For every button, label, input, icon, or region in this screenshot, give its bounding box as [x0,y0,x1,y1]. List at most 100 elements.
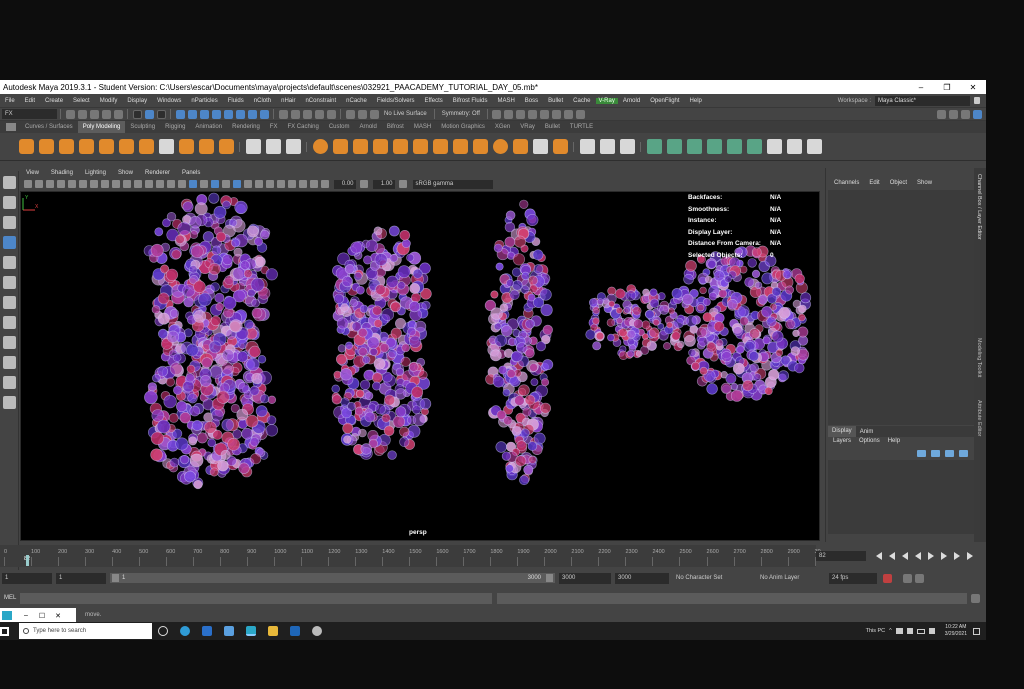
shelf-tab-turtle[interactable]: TURTLE [565,121,598,133]
mesh-object[interactable] [585,284,680,360]
animation-start-field[interactable]: 1 [2,572,52,584]
color-management-icon[interactable] [399,180,407,188]
snap-curve-icon[interactable] [290,109,300,119]
render-frame-icon[interactable] [504,109,514,119]
menu-options[interactable]: Options [855,438,884,444]
file-explorer-icon[interactable] [268,626,278,636]
shelf-tab-arnold[interactable]: Arnold [355,121,382,133]
viewport-menu-lighting[interactable]: Lighting [79,170,112,176]
boolean-icon[interactable] [312,139,328,154]
channel-menu-show[interactable]: Show [912,180,937,186]
menu-fields-solvers[interactable]: Fields/Solvers [372,98,420,104]
menu-effects[interactable]: Effects [420,98,448,104]
anim-layer-dropdown[interactable]: No Anim Layer [757,572,825,584]
menu-modify[interactable]: Modify [95,98,123,104]
menu-create[interactable]: Create [40,98,68,104]
render-setup-icon[interactable] [552,109,562,119]
wireframe-icon[interactable] [156,180,164,188]
mini-maximize-button[interactable]: ☐ [34,612,50,620]
mash-distribute-icon[interactable] [666,139,682,154]
resolution-gate-icon[interactable] [112,180,120,188]
task-view-icon[interactable] [158,626,168,636]
pause-ipr-icon[interactable] [576,109,586,119]
mirror-icon[interactable] [352,139,368,154]
mesh-object[interactable] [484,199,554,486]
lock-icon[interactable] [974,97,980,104]
settings-icon[interactable] [973,109,982,119]
menu-fluids[interactable]: Fluids [223,98,249,104]
redo-icon[interactable] [113,109,123,119]
cylinder-icon[interactable] [58,139,74,154]
menu-display[interactable]: Display [122,98,152,104]
shelf-tab-poly-modeling[interactable]: Poly Modeling [77,121,126,133]
color-space-dropdown[interactable]: sRGB gamma [412,179,493,189]
render-settings-icon[interactable] [528,109,538,119]
script-editor-icon[interactable] [971,593,980,603]
taskbar-clock[interactable]: 10:22 AM 3/29/2021 [945,624,967,638]
menu-nconstraint[interactable]: nConstraint [300,98,341,104]
time-slider[interactable]: 0 100 200 300 400 500 600 700 800 900 1000 1100 1200… [0,545,821,567]
character-set-dropdown[interactable]: No Character Set [673,572,753,584]
grease-pencil-icon[interactable] [79,180,87,188]
default-material-icon[interactable] [178,180,186,188]
film-gate-icon[interactable] [101,180,109,188]
undo-icon[interactable] [101,109,111,119]
shelf-tab-sculpting[interactable]: Sculpting [125,121,160,133]
mash-world-icon[interactable] [766,139,782,154]
history-icon[interactable] [345,109,355,119]
merge-center-icon[interactable] [392,139,408,154]
shelf-tab-fx[interactable]: FX [265,121,283,133]
bevel-icon[interactable] [472,139,488,154]
help-icon[interactable] [949,109,958,119]
shelf-tab-bifrost[interactable]: Bifrost [382,121,409,133]
camera-attributes-icon[interactable] [35,180,43,188]
ipr-render-icon[interactable] [516,109,526,119]
select-misc-icon[interactable] [259,109,269,119]
shelf-tab-curves-surfaces[interactable]: Curves / Surfaces [20,121,78,133]
make-live-icon[interactable] [326,109,336,119]
mesh-object[interactable] [143,192,279,490]
play-backwards-icon[interactable] [914,552,921,560]
settings-gear-icon[interactable] [312,626,322,636]
outlook-icon[interactable] [290,626,300,636]
disc-icon[interactable] [138,139,154,154]
field-chart-icon[interactable] [134,180,142,188]
select-curves-icon[interactable] [199,109,209,119]
menu-nparticles[interactable]: nParticles [186,98,222,104]
shelf-tab-animation[interactable]: Animation [190,121,227,133]
save-scene-icon[interactable] [89,109,99,119]
current-frame-field[interactable]: 82 [816,551,866,561]
shelf-tab-vray[interactable]: VRay [515,121,540,133]
select-tool-icon[interactable] [3,176,16,189]
grid-toggle-icon[interactable] [90,180,98,188]
live-surface-label[interactable]: No Live Surface [384,111,427,117]
tab-anim-layers[interactable]: Anim [856,429,878,435]
smooth-shade-icon[interactable] [167,180,175,188]
last-tool-icon[interactable] [3,296,16,309]
menu-ncloth[interactable]: nCloth [249,98,276,104]
torus-icon[interactable] [98,139,114,154]
scale-tool-icon[interactable] [3,276,16,289]
playback-start-field[interactable]: 1 [56,572,106,584]
snap-point-icon[interactable] [302,109,312,119]
channel-menu-channels[interactable]: Channels [829,180,864,186]
menu-edit[interactable]: Edit [20,98,40,104]
windows-start-icon[interactable] [0,626,9,636]
text-icon[interactable] [198,139,214,154]
channel-box-area[interactable] [828,190,974,425]
xray-components-icon[interactable] [310,180,318,188]
menu-bifrost-fluids[interactable]: Bifrost Fluids [448,98,493,104]
shadows-icon[interactable] [222,180,230,188]
shelf-tab-xgen[interactable]: XGen [490,121,515,133]
wifi-icon[interactable] [928,628,935,634]
camera-select-icon[interactable] [24,180,32,188]
menu-help[interactable]: Help [884,438,904,444]
range-slider[interactable]: 1 3000 [110,573,555,583]
tab-modeling-toolkit[interactable]: Modeling Toolkit [976,338,982,377]
floating-window-tab[interactable]: – ☐ ✕ [0,608,76,623]
perspective-viewport[interactable]: Backfaces: N/A Smoothness: N/A Instance: N/A D… [20,191,820,541]
plane-icon[interactable] [118,139,134,154]
outliner-layout-icon[interactable] [3,396,16,409]
light-editor-icon[interactable] [564,109,574,119]
select-object-icon[interactable] [144,109,154,119]
